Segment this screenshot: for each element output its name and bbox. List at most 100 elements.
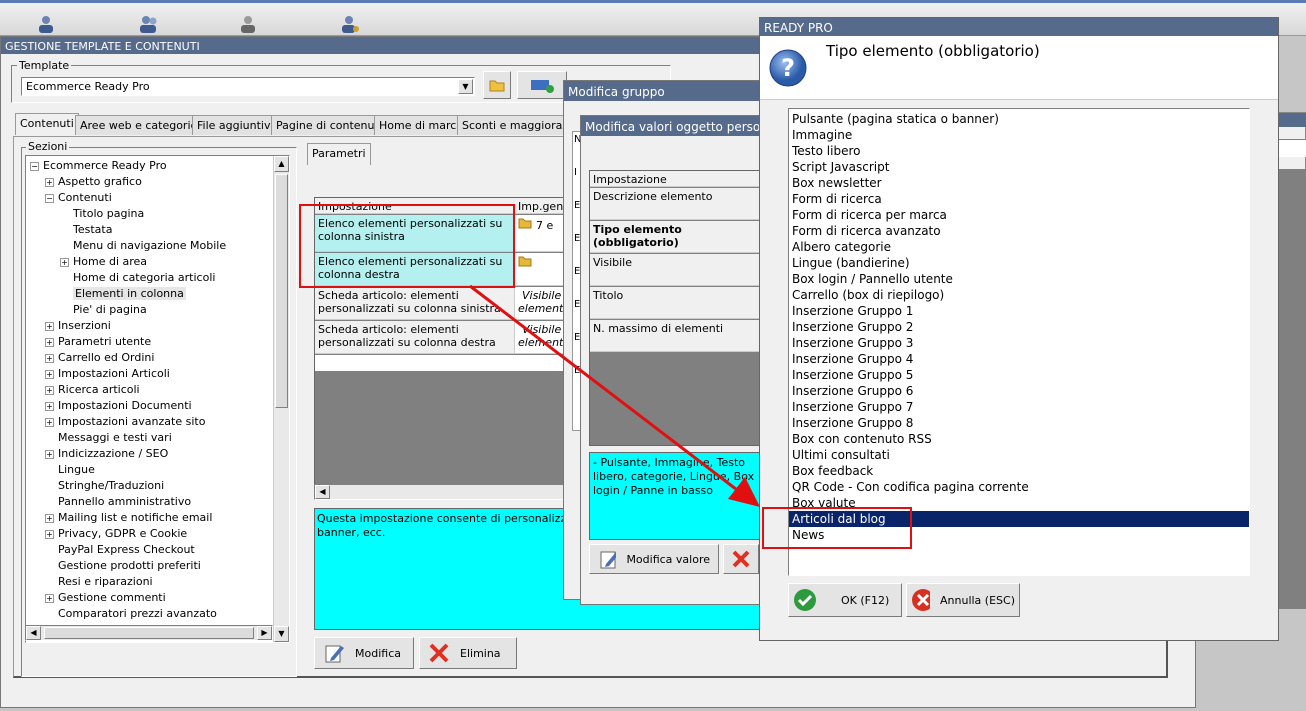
tree-item[interactable]: + Inserzioni bbox=[26, 318, 289, 334]
expand-icon[interactable]: + bbox=[60, 257, 69, 267]
user-settings-icon[interactable] bbox=[340, 14, 360, 34]
tree-item[interactable]: Comparatori prezzi avanzato bbox=[26, 606, 289, 622]
params-scroll-left-icon[interactable]: ◀ bbox=[315, 485, 330, 499]
add-template-button[interactable] bbox=[517, 71, 567, 99]
ok-button[interactable]: OK (F12) bbox=[788, 583, 902, 617]
values-row[interactable]: Tipo elemento (obbligatorio) bbox=[590, 221, 766, 253]
element-type-option[interactable]: Script Javascript bbox=[789, 159, 1249, 175]
element-type-option[interactable]: Inserzione Gruppo 4 bbox=[789, 351, 1249, 367]
element-type-list[interactable]: Pulsante (pagina statica o banner) Immagi… bbox=[788, 108, 1250, 576]
element-type-option[interactable]: Box feedback bbox=[789, 463, 1249, 479]
tree-item[interactable]: Pie' di pagina bbox=[26, 302, 289, 318]
element-type-option[interactable]: Inserzione Gruppo 6 bbox=[789, 383, 1249, 399]
tree-item[interactable]: Home di categoria articoli bbox=[26, 270, 289, 286]
tree-item[interactable]: − Contenuti bbox=[26, 190, 289, 206]
expand-icon[interactable]: + bbox=[45, 385, 54, 395]
tree-item[interactable]: + Impostazioni avanzate sito bbox=[26, 414, 289, 430]
values-row[interactable]: Visibile bbox=[590, 254, 766, 286]
scroll-up-icon[interactable]: ▲ bbox=[274, 156, 289, 172]
element-type-option[interactable]: Form di ricerca per marca bbox=[789, 207, 1249, 223]
tree-item[interactable]: + Impostazioni Documenti bbox=[26, 398, 289, 414]
tree-item[interactable]: Stringhe/Traduzioni bbox=[26, 478, 289, 494]
expand-icon[interactable]: + bbox=[45, 177, 54, 187]
tree-item[interactable]: Elementi in colonna bbox=[26, 286, 289, 302]
tree-item[interactable]: Menu di navigazione Mobile bbox=[26, 238, 289, 254]
expand-icon[interactable]: + bbox=[45, 529, 54, 539]
modify-value-button[interactable]: Modifica valore bbox=[589, 544, 719, 574]
expand-icon[interactable]: + bbox=[45, 593, 54, 603]
scroll-thumb[interactable] bbox=[275, 174, 288, 408]
collapse-icon[interactable]: − bbox=[45, 193, 54, 203]
element-type-option[interactable]: Form di ricerca avanzato bbox=[789, 223, 1249, 239]
expand-icon[interactable]: + bbox=[45, 337, 54, 347]
sections-tree[interactable]: − Ecommerce Ready Pro + Aspetto grafico − Con… bbox=[25, 155, 290, 643]
expand-icon[interactable]: + bbox=[45, 353, 54, 363]
element-type-option[interactable]: QR Code - Con codifica pagina corrente bbox=[789, 479, 1249, 495]
scroll-left-icon[interactable]: ◀ bbox=[26, 626, 41, 640]
element-type-option[interactable]: Inserzione Gruppo 7 bbox=[789, 399, 1249, 415]
open-folder-button[interactable] bbox=[483, 71, 511, 99]
user-gray-icon[interactable] bbox=[238, 14, 258, 34]
tree-horizontal-scrollbar[interactable]: ◀ ▶ bbox=[25, 625, 273, 641]
tab-pagine-contenuti[interactable]: Pagine di contenuti bbox=[271, 115, 387, 135]
tree-item[interactable]: Gestione prodotti preferiti bbox=[26, 558, 289, 574]
tree-item[interactable]: + Parametri utente bbox=[26, 334, 289, 350]
tree-item[interactable]: + Privacy, GDPR e Cookie bbox=[26, 526, 289, 542]
element-type-option[interactable]: Box con contenuto RSS bbox=[789, 431, 1249, 447]
element-type-option[interactable]: Inserzione Gruppo 2 bbox=[789, 319, 1249, 335]
tree-item[interactable]: Messaggi e testi vari bbox=[26, 430, 289, 446]
element-type-option[interactable]: Box newsletter bbox=[789, 175, 1249, 191]
chevron-down-icon[interactable]: ▼ bbox=[458, 79, 473, 94]
tree-item[interactable]: + Ricerca articoli bbox=[26, 382, 289, 398]
scroll-down-icon[interactable]: ▼ bbox=[274, 626, 289, 642]
element-type-option[interactable]: Box login / Pannello utente bbox=[789, 271, 1249, 287]
tab-contenuti[interactable]: Contenuti bbox=[15, 113, 79, 135]
element-type-option[interactable]: Lingue (bandierine) bbox=[789, 255, 1249, 271]
params-hscrollbar[interactable]: ◀ bbox=[314, 484, 564, 500]
element-type-option[interactable]: Inserzione Gruppo 3 bbox=[789, 335, 1249, 351]
modify-button[interactable]: Modifica bbox=[314, 637, 414, 669]
tree-item[interactable]: Resi e riparazioni bbox=[26, 574, 289, 590]
expand-icon[interactable]: + bbox=[45, 513, 54, 523]
expand-icon[interactable]: + bbox=[45, 417, 54, 427]
tree-item[interactable]: Titolo pagina bbox=[26, 206, 289, 222]
tree-item[interactable]: − Ecommerce Ready Pro bbox=[26, 158, 289, 174]
scroll-right-icon[interactable]: ▶ bbox=[257, 626, 272, 640]
expand-icon[interactable]: + bbox=[45, 369, 54, 379]
element-type-option[interactable]: Inserzione Gruppo 1 bbox=[789, 303, 1249, 319]
expand-icon[interactable]: + bbox=[45, 449, 54, 459]
element-type-option[interactable]: Testo libero bbox=[789, 143, 1249, 159]
element-type-option[interactable]: Immagine bbox=[789, 127, 1249, 143]
tree-item[interactable]: + Indicizzazione / SEO bbox=[26, 446, 289, 462]
element-type-option[interactable]: Albero categorie bbox=[789, 239, 1249, 255]
users-icon[interactable] bbox=[138, 14, 160, 34]
tree-item[interactable]: Testata bbox=[26, 222, 289, 238]
element-type-option[interactable]: Carrello (box di riepilogo) bbox=[789, 287, 1249, 303]
element-type-option[interactable]: Inserzione Gruppo 5 bbox=[789, 367, 1249, 383]
expand-icon[interactable]: + bbox=[45, 401, 54, 411]
user-icon[interactable] bbox=[36, 14, 56, 34]
cancel-button[interactable]: Annulla (ESC) bbox=[906, 583, 1020, 617]
tree-item[interactable]: Lingue bbox=[26, 462, 289, 478]
values-row[interactable]: N. massimo di elementi bbox=[590, 320, 766, 352]
tree-item[interactable]: + Carrello ed Ordini bbox=[26, 350, 289, 366]
expand-icon[interactable]: + bbox=[45, 321, 54, 331]
cancel-value-button[interactable] bbox=[723, 544, 759, 574]
tab-home-marca[interactable]: Home di marca bbox=[374, 115, 469, 135]
grid-row-name[interactable]: Scheda articolo: elementi personalizzati… bbox=[315, 287, 515, 320]
tab-parametri[interactable]: Parametri bbox=[307, 143, 371, 165]
hscroll-thumb[interactable] bbox=[44, 627, 254, 639]
element-type-option[interactable]: Ultimi consultati bbox=[789, 447, 1249, 463]
tree-vertical-scrollbar[interactable]: ▲ ▼ bbox=[273, 156, 289, 642]
collapse-icon[interactable]: − bbox=[30, 161, 39, 171]
tab-file-aggiuntivi[interactable]: File aggiuntivi bbox=[192, 115, 279, 135]
element-type-option[interactable]: Inserzione Gruppo 8 bbox=[789, 415, 1249, 431]
tree-item[interactable]: Pannello amministrativo bbox=[26, 494, 289, 510]
tree-item[interactable]: + Impostazioni Articoli bbox=[26, 366, 289, 382]
values-row[interactable]: Titolo bbox=[590, 287, 766, 319]
tree-item[interactable]: + Gestione commenti bbox=[26, 590, 289, 606]
tree-item[interactable]: + Mailing list e notifiche email bbox=[26, 510, 289, 526]
tab-aree-web[interactable]: Aree web e categorie bbox=[75, 115, 203, 135]
grid-row-name[interactable]: Scheda articolo: elementi personalizzati… bbox=[315, 321, 515, 354]
tree-item[interactable]: + Home di area bbox=[26, 254, 289, 270]
